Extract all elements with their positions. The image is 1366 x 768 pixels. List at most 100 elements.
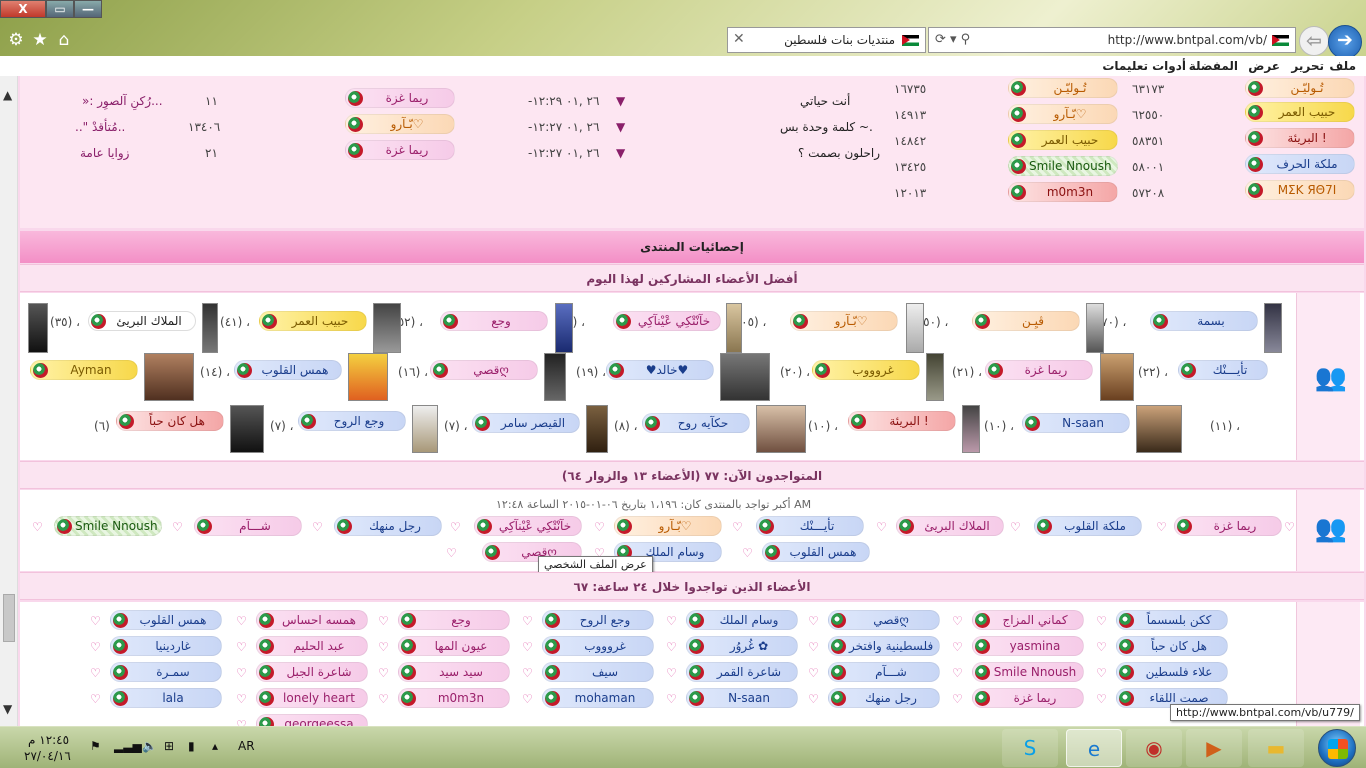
- day-member[interactable]: سيد سيد: [398, 662, 510, 682]
- start-button[interactable]: [1318, 729, 1356, 767]
- close-tab-icon[interactable]: ✕: [733, 31, 745, 47]
- member-link[interactable]: حبيب العمر: [259, 311, 367, 331]
- day-member[interactable]: سيف: [542, 662, 654, 682]
- menu-tools[interactable]: أدوات: [1152, 59, 1186, 73]
- online-member[interactable]: تأْيـــنْك: [756, 516, 864, 536]
- top-user[interactable]: تُـوليّـن: [1245, 78, 1355, 98]
- volume-icon[interactable]: 🔈: [142, 739, 157, 753]
- online-member[interactable]: ملكة القلوب: [1034, 516, 1142, 536]
- avatar[interactable]: [720, 353, 770, 401]
- rank-user[interactable]: حبيب العمر: [1008, 130, 1118, 150]
- avatar[interactable]: [906, 303, 924, 353]
- day-member[interactable]: lala: [110, 688, 222, 708]
- member-link[interactable]: قصيღ: [430, 360, 538, 380]
- chrome-icon[interactable]: ◉: [1126, 729, 1182, 767]
- day-member[interactable]: علاء فلسطين: [1116, 662, 1228, 682]
- day-member[interactable]: هل كان حباً: [1116, 636, 1228, 656]
- day-member[interactable]: شـــآم: [828, 662, 940, 682]
- home-icon[interactable]: ⌂: [54, 30, 74, 50]
- day-member[interactable]: وسام الملك: [686, 610, 798, 630]
- avatar[interactable]: [586, 405, 608, 453]
- thread-title[interactable]: أنت حياتي: [800, 94, 850, 108]
- avatar[interactable]: [726, 303, 742, 353]
- skype-icon[interactable]: S: [1002, 729, 1058, 767]
- rank-user[interactable]: Smile Nnoush: [1008, 156, 1118, 176]
- top-user[interactable]: ملكة الحرف: [1245, 154, 1355, 174]
- day-member[interactable]: رجل منهك: [828, 688, 940, 708]
- avatar[interactable]: [348, 353, 388, 401]
- day-member[interactable]: قصيღ: [828, 610, 940, 630]
- menu-favorites[interactable]: المفضلة: [1189, 59, 1238, 73]
- day-member[interactable]: yasmina: [972, 636, 1084, 656]
- menu-edit[interactable]: تحرير: [1291, 59, 1324, 73]
- day-member[interactable]: شاعرة القمر: [686, 662, 798, 682]
- member-link[interactable]: البريئة !: [848, 411, 956, 431]
- avatar[interactable]: [1100, 353, 1134, 401]
- member-link[interactable]: تأْيـــنْك: [1178, 360, 1268, 380]
- avatar[interactable]: [230, 405, 264, 453]
- online-member[interactable]: Smile Nnoush: [54, 516, 162, 536]
- rank-user[interactable]: تُـوليّـن: [1008, 78, 1118, 98]
- refresh-search-icons[interactable]: ⟳ ▾ ⚲: [935, 32, 970, 47]
- avatar[interactable]: [1086, 303, 1104, 353]
- member-link[interactable]: غروووب: [812, 360, 920, 380]
- day-member[interactable]: mohaman: [542, 688, 654, 708]
- menu-file[interactable]: ملف: [1329, 59, 1356, 73]
- language-indicator[interactable]: AR: [238, 739, 255, 753]
- day-member[interactable]: عبد الحليم: [256, 636, 368, 656]
- member-link[interactable]: ڤيِـن: [972, 311, 1080, 331]
- minimize-window-button[interactable]: —: [74, 0, 102, 18]
- day-member[interactable]: فلسطينية وافتخر: [828, 636, 940, 656]
- clock-date[interactable]: ٢٧/٠٤/١٦: [24, 749, 71, 763]
- member-link[interactable]: هل كان حباً: [116, 411, 224, 431]
- avatar[interactable]: [1264, 303, 1282, 353]
- member-link[interactable]: الملاك البريئ: [88, 311, 196, 331]
- last-poster[interactable]: ريما غزة: [345, 140, 455, 160]
- network-icon[interactable]: ▂▃▅: [114, 739, 142, 753]
- day-member[interactable]: lonely heart: [256, 688, 368, 708]
- menu-view[interactable]: عرض: [1248, 59, 1280, 73]
- online-member[interactable]: شـــآم: [194, 516, 302, 536]
- last-poster[interactable]: بّـآرو♡: [345, 114, 455, 134]
- last-poster[interactable]: ريما غزة: [345, 88, 455, 108]
- flag-icon[interactable]: ⚑: [90, 739, 101, 753]
- online-member[interactable]: الملاك البريئ: [896, 516, 1004, 536]
- online-member[interactable]: خآنْتْكِي عْيْنآكِي: [474, 516, 582, 536]
- gear-icon[interactable]: ⚙: [6, 30, 26, 50]
- day-member[interactable]: غاردينيا: [110, 636, 222, 656]
- windows-icon[interactable]: ⊞: [164, 739, 174, 753]
- member-link[interactable]: Ayman: [30, 360, 138, 380]
- avatar[interactable]: [28, 303, 48, 353]
- member-link[interactable]: خآنْتْكِي عْيْنآكِي: [613, 311, 721, 331]
- scroll-thumb[interactable]: [3, 594, 15, 642]
- avatar[interactable]: [756, 405, 806, 453]
- arrow-icon[interactable]: ▼: [616, 146, 625, 160]
- close-window-button[interactable]: X: [0, 0, 46, 18]
- forum-link[interactable]: زوايا عامة: [80, 146, 129, 160]
- back-button[interactable]: ⇦: [1299, 26, 1329, 56]
- avatar[interactable]: [555, 303, 573, 353]
- online-member[interactable]: ريما غزة: [1174, 516, 1282, 536]
- clock-time[interactable]: ١٢:٤٥ م: [28, 733, 69, 747]
- address-bar[interactable]: ⟳ ▾ ⚲ http://www.bntpal.com/vb/: [928, 27, 1296, 53]
- forum-link[interactable]: »: رُكنِ آلصوِر...: [82, 94, 163, 108]
- member-link[interactable]: همس القلوب: [234, 360, 342, 380]
- day-member[interactable]: N-saan: [686, 688, 798, 708]
- star-icon[interactable]: ★: [30, 30, 50, 50]
- avatar[interactable]: [144, 353, 194, 401]
- arrow-up-icon[interactable]: ▴: [212, 739, 218, 753]
- forum-link[interactable]: .." مُتأقدْ..: [75, 120, 125, 134]
- day-member[interactable]: ريما غزة: [972, 688, 1084, 708]
- folder-icon[interactable]: ▬: [1248, 729, 1304, 767]
- top-user[interactable]: MΣK ЯΘ7I: [1245, 180, 1355, 200]
- day-member[interactable]: Smile Nnoush: [972, 662, 1084, 682]
- day-member[interactable]: m0m3n: [398, 688, 510, 708]
- rank-user[interactable]: بّـآرو♡: [1008, 104, 1118, 124]
- avatar[interactable]: [412, 405, 438, 453]
- day-member[interactable]: وجع: [398, 610, 510, 630]
- member-link[interactable]: بسمة: [1150, 311, 1258, 331]
- online-member[interactable]: بّـآرو♡: [614, 516, 722, 536]
- avatar[interactable]: [1136, 405, 1182, 453]
- forward-button[interactable]: ➔: [1328, 25, 1362, 59]
- arrow-icon[interactable]: ▼: [616, 120, 625, 134]
